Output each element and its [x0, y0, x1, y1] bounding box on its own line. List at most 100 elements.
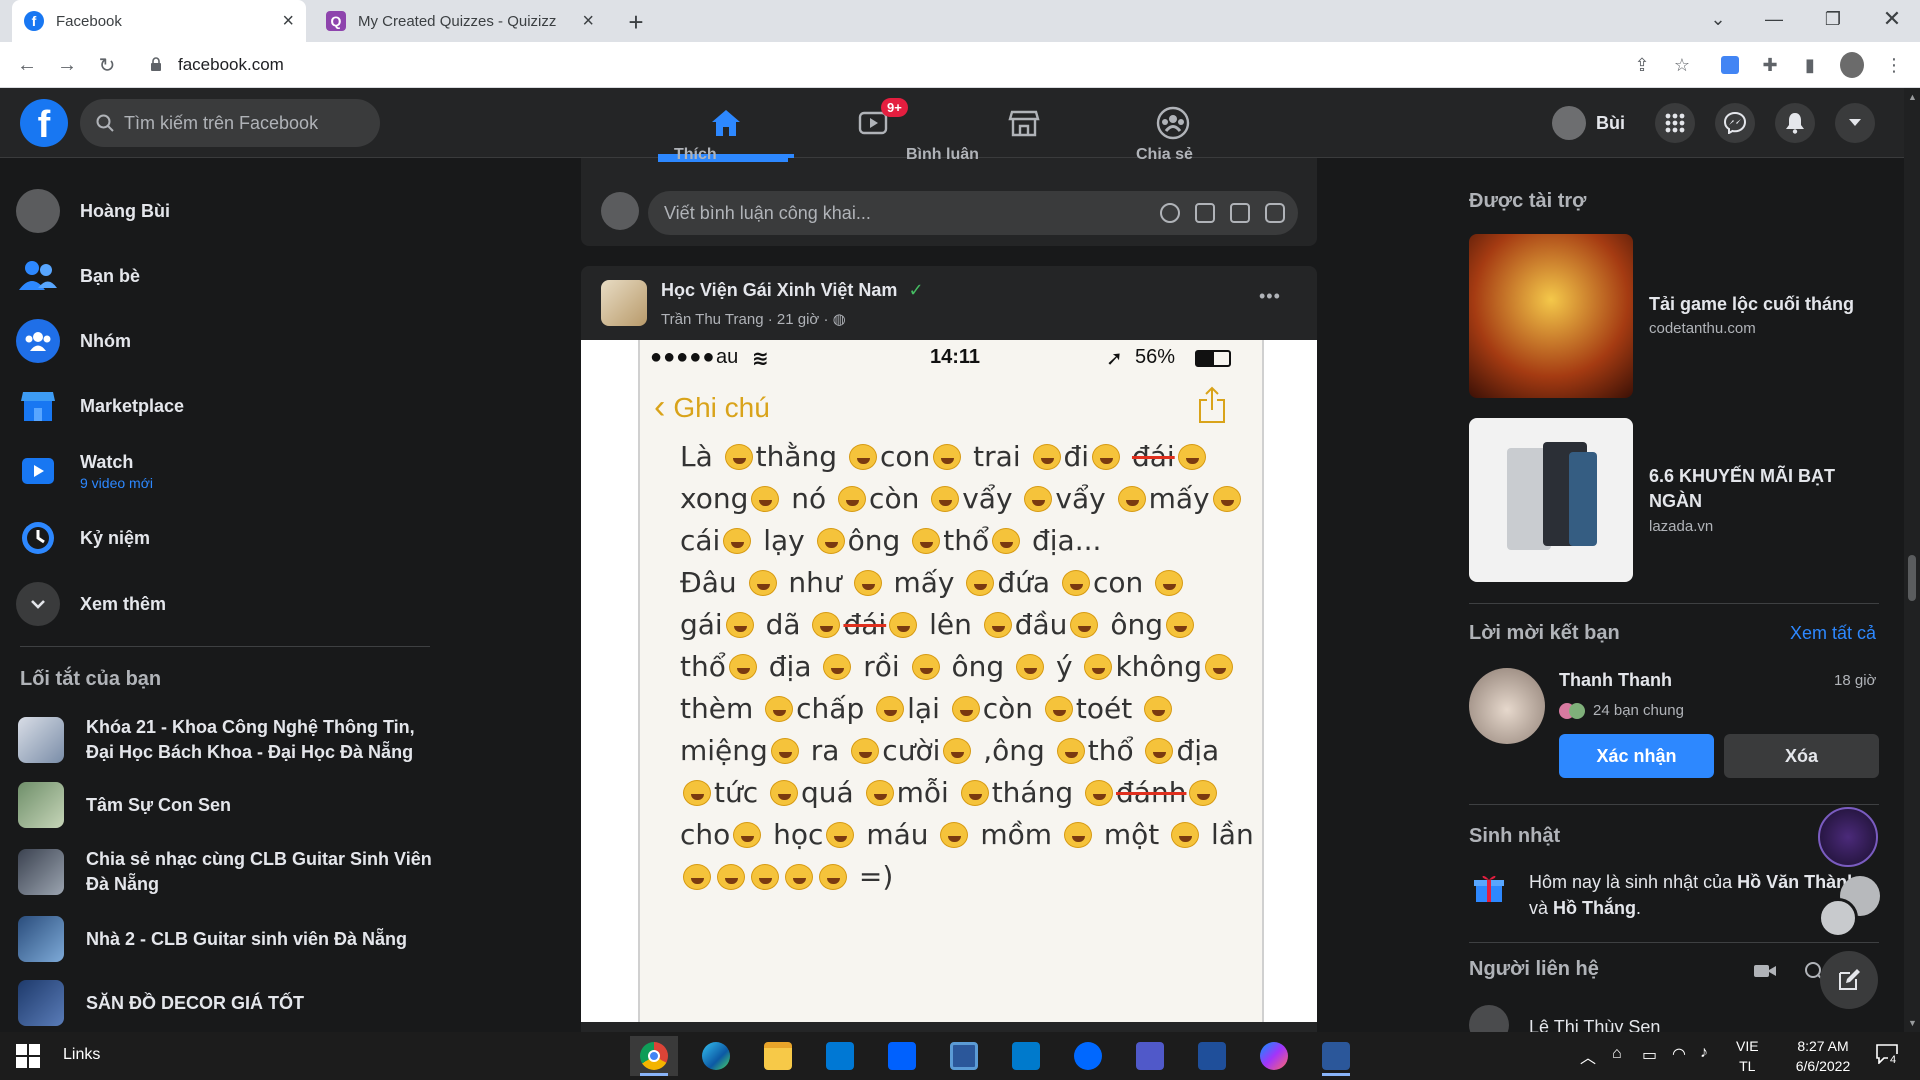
- post-author[interactable]: Trần Thu Trang: [661, 311, 764, 328]
- vscode-icon[interactable]: [1002, 1036, 1050, 1076]
- like-action[interactable]: Thích: [674, 146, 717, 160]
- bookmark-star-icon[interactable]: ☆: [1670, 53, 1694, 77]
- messenger-icon[interactable]: [1715, 103, 1755, 143]
- menu-grid-icon[interactable]: [1655, 103, 1695, 143]
- post-options-button[interactable]: •••: [1259, 286, 1281, 307]
- reload-button[interactable]: ↻: [92, 50, 122, 80]
- sidebar-item-memories[interactable]: Kỷ niệm: [16, 510, 436, 566]
- clock[interactable]: 8:27 AM 6/6/2022: [1778, 1036, 1868, 1076]
- maximize-button[interactable]: ❐: [1805, 0, 1861, 38]
- wifi-tray-icon[interactable]: ◠: [1672, 1044, 1686, 1064]
- laughing-emoji-icon: [723, 528, 752, 554]
- translate-extension-icon[interactable]: [1718, 53, 1742, 77]
- sidebar-item-marketplace[interactable]: Marketplace: [16, 378, 436, 434]
- sidebar-item-friends[interactable]: Bạn bè: [16, 248, 436, 304]
- extensions-puzzle-icon[interactable]: ✚: [1758, 53, 1782, 77]
- notes-line: xong nó còn vẩy vẩy mấy: [680, 482, 1260, 515]
- birthday-name[interactable]: Hồ Thắng: [1553, 898, 1636, 918]
- devhome-icon[interactable]: [1188, 1036, 1236, 1076]
- messenger-icon[interactable]: [1250, 1036, 1298, 1076]
- shortcut-item[interactable]: Chia sẻ nhạc cùng CLB Guitar Sinh Viên Đà…: [18, 847, 438, 897]
- account-dropdown-icon[interactable]: [1835, 103, 1875, 143]
- forward-button[interactable]: →: [52, 50, 82, 80]
- sidebar-item-groups[interactable]: Nhóm: [16, 313, 436, 369]
- sponsored-ad[interactable]: 6.6 KHUYẾN MÃI BẠT NGÀN lazada.vn: [1469, 418, 1889, 582]
- contact-avatar[interactable]: [1469, 1005, 1509, 1032]
- close-tab-icon[interactable]: ×: [282, 10, 294, 33]
- new-tab-button[interactable]: +: [622, 7, 650, 37]
- gif-icon[interactable]: [1230, 203, 1250, 223]
- shortcut-item[interactable]: Tâm Sự Con Sen: [18, 782, 438, 828]
- minimize-button[interactable]: —: [1746, 0, 1802, 38]
- contact-name[interactable]: Lê Thị Thùy Sen: [1529, 1017, 1729, 1032]
- profile-avatar[interactable]: [1840, 52, 1864, 78]
- emoji-icon[interactable]: [1160, 203, 1180, 223]
- sticker-icon[interactable]: [1265, 203, 1285, 223]
- scroll-down-arrow[interactable]: ▼: [1908, 1018, 1917, 1028]
- new-message-button[interactable]: [1820, 951, 1878, 1009]
- shortcut-item[interactable]: Nhà 2 - CLB Guitar sinh viên Đà Nẵng: [18, 916, 438, 962]
- chat-head-avatar[interactable]: [1818, 807, 1878, 867]
- tab-search-icon[interactable]: ⌄: [1690, 0, 1746, 38]
- links-toolbar[interactable]: Links: [63, 1046, 100, 1064]
- mail-icon[interactable]: [816, 1036, 864, 1076]
- scroll-up-arrow[interactable]: ▲: [1908, 92, 1917, 102]
- file-explorer-icon[interactable]: [754, 1036, 802, 1076]
- edge-icon[interactable]: [692, 1036, 740, 1076]
- confirm-request-button[interactable]: Xác nhận: [1559, 734, 1714, 778]
- zalo-icon[interactable]: [1064, 1036, 1112, 1076]
- video-room-icon[interactable]: [1753, 962, 1777, 980]
- comment-action[interactable]: Bình luận: [906, 146, 979, 160]
- battery-tray-icon[interactable]: ▭: [1642, 1045, 1657, 1065]
- sponsored-ad[interactable]: Tải game lộc cuối tháng codetanthu.com: [1469, 234, 1889, 398]
- shortcut-item[interactable]: Khóa 21 - Khoa Công Nghệ Thông Tin, Đại H…: [18, 715, 438, 765]
- shortcut-item[interactable]: SĂN ĐỒ DECOR GIÁ TỐT: [18, 980, 438, 1026]
- facebook-search-input[interactable]: Tìm kiếm trên Facebook: [80, 99, 380, 147]
- post-time[interactable]: 21 giờ: [777, 311, 819, 328]
- post-group-name[interactable]: Học Viện Gái Xinh Việt Nam ✓: [661, 280, 924, 301]
- address-bar[interactable]: facebook.com: [140, 48, 1620, 82]
- language-indicator[interactable]: VIE TL: [1736, 1036, 1759, 1076]
- word-icon[interactable]: [1312, 1036, 1360, 1076]
- mutual-friends[interactable]: 24 bạn chung: [1559, 702, 1684, 719]
- close-tab-icon[interactable]: ×: [582, 10, 594, 33]
- phone-clock: 14:11: [930, 346, 981, 368]
- sidebar-item-profile[interactable]: Hoàng Bùi: [16, 183, 436, 239]
- comment-input[interactable]: Viết bình luận công khai...: [648, 191, 1298, 235]
- windows-taskbar: Links ︿ ⌂ ▭ ◠ ♪ VIE TL 8:27 AM 6/6/2022 …: [0, 1032, 1920, 1080]
- teams-icon[interactable]: [1126, 1036, 1174, 1076]
- delete-request-button[interactable]: Xóa: [1724, 734, 1879, 778]
- back-button[interactable]: ←: [12, 50, 42, 80]
- side-panel-icon[interactable]: ▮: [1798, 53, 1822, 77]
- sidebar-item-see-more[interactable]: Xem thêm: [16, 576, 436, 632]
- tab-quizizz[interactable]: Q My Created Quizzes - Quizizz ×: [314, 0, 606, 42]
- see-all-link[interactable]: Xem tất cả: [1790, 623, 1876, 644]
- close-window-button[interactable]: ✕: [1864, 0, 1920, 38]
- group-avatar[interactable]: [601, 280, 647, 326]
- notification-center-icon[interactable]: 4: [1876, 1044, 1900, 1068]
- friend-request-avatar[interactable]: [1469, 668, 1545, 744]
- post-image[interactable]: ●●●●● au ≋ 14:11 ➚ 56% ‹ Ghi chú Là thằn…: [581, 340, 1317, 1022]
- friend-request-name[interactable]: Thanh Thanh: [1559, 670, 1672, 691]
- chrome-menu-icon[interactable]: ⋮: [1882, 53, 1906, 77]
- page-scrollbar[interactable]: ▲ ▼: [1904, 88, 1920, 1032]
- sidebar-item-watch[interactable]: Watch 9 video mới: [16, 443, 436, 499]
- profile-chip[interactable]: Bùi: [1552, 103, 1625, 143]
- chrome-icon[interactable]: [630, 1036, 678, 1076]
- share-icon[interactable]: ⇪: [1630, 53, 1654, 77]
- scrollbar-thumb[interactable]: [1908, 555, 1916, 601]
- dropbox-icon[interactable]: [878, 1036, 926, 1076]
- share-action[interactable]: Chia sẻ: [1136, 146, 1193, 160]
- facebook-logo[interactable]: f: [20, 99, 68, 147]
- contacts-title: Người liên hệ: [1469, 958, 1599, 980]
- windows-start-icon[interactable]: [16, 1044, 40, 1068]
- laughing-emoji-icon: [1085, 780, 1114, 806]
- notifications-bell-icon[interactable]: [1775, 103, 1815, 143]
- device-icon[interactable]: ⌂: [1612, 1045, 1622, 1063]
- app-icon[interactable]: [940, 1036, 988, 1076]
- camera-icon[interactable]: [1195, 203, 1215, 223]
- volume-icon[interactable]: ♪: [1700, 1044, 1708, 1062]
- show-hidden-icons[interactable]: ︿: [1580, 1044, 1596, 1068]
- chat-head-avatar[interactable]: [1818, 898, 1858, 938]
- tab-facebook[interactable]: f Facebook ×: [12, 0, 306, 42]
